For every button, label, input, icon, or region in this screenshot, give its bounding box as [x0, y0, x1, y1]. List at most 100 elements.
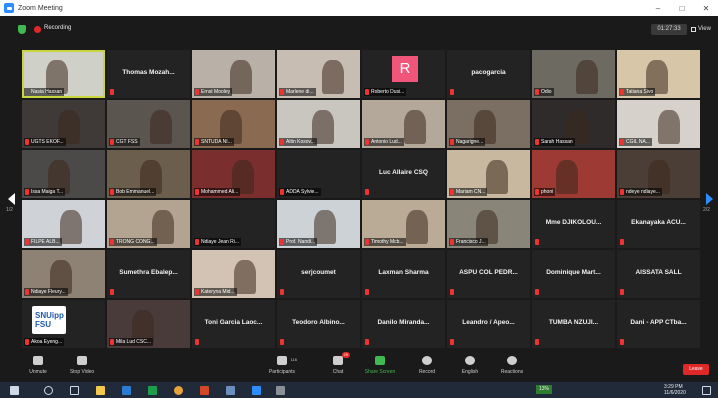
- participant-tile[interactable]: CGT FSS: [107, 100, 190, 148]
- battery-indicator[interactable]: 13%: [536, 385, 553, 394]
- participant-name: Dominique Mart...: [546, 269, 601, 276]
- mic-off-icon: [110, 339, 114, 345]
- participant-name-label: Nagarigne...: [449, 138, 486, 146]
- participant-tile[interactable]: Mme DJIKOLOU...: [532, 200, 615, 248]
- participant-tile[interactable]: Mariam CN...: [447, 150, 530, 198]
- participant-tile[interactable]: Nagarigne...: [447, 100, 530, 148]
- mic-off-icon: [195, 139, 199, 145]
- participant-tile[interactable]: Bob Emmanuel...: [107, 150, 190, 198]
- mic-off-icon: [450, 89, 454, 95]
- windows-start-icon[interactable]: [10, 386, 19, 395]
- participant-tile[interactable]: Danilo Miranda...: [362, 300, 445, 348]
- participant-tile[interactable]: pacogarcia: [447, 50, 530, 98]
- participant-tile[interactable]: phoni: [532, 150, 615, 198]
- security-shield-icon[interactable]: [18, 25, 26, 34]
- participant-tile[interactable]: ndeye ndiaye...: [617, 150, 700, 198]
- participant-tile[interactable]: Ekanayaka ACU...: [617, 200, 700, 248]
- unmute-button[interactable]: Unmute: [18, 356, 58, 375]
- participant-tile[interactable]: Dani - APP CTba...: [617, 300, 700, 348]
- participant-tile[interactable]: Teodoro Albino...: [277, 300, 360, 348]
- participant-tile[interactable]: Ndiaye Fleury...: [22, 250, 105, 298]
- stop-video-label: Stop Video: [69, 369, 95, 375]
- mic-off-icon: [280, 189, 284, 195]
- participant-tile[interactable]: SNUipp FSU Akoa Eyeng...: [22, 300, 105, 348]
- taskbar-app-icon[interactable]: [276, 386, 285, 395]
- notification-icon[interactable]: [702, 386, 711, 395]
- participant-video: [658, 110, 680, 144]
- participant-video: [556, 160, 578, 194]
- task-view-icon[interactable]: [70, 386, 79, 395]
- participant-tile[interactable]: Marlene di...: [277, 50, 360, 98]
- participant-tile[interactable]: ADDA Sylvie...: [277, 150, 360, 198]
- participant-tile[interactable]: Ernst Mooley: [192, 50, 275, 98]
- participant-tile[interactable]: Prof. Nandi...: [277, 200, 360, 248]
- maximize-button[interactable]: □: [670, 0, 694, 16]
- mic-off-icon: [365, 89, 369, 95]
- participant-tile[interactable]: AISSATA SALL: [617, 250, 700, 298]
- participant-tile[interactable]: Sarah Hassan: [532, 100, 615, 148]
- zoom-taskbar-icon[interactable]: [252, 386, 261, 395]
- participants-count: 116: [290, 357, 297, 362]
- record-button[interactable]: Record: [407, 356, 447, 375]
- participant-video: [60, 210, 82, 244]
- participant-tile[interactable]: Francisco J...: [447, 200, 530, 248]
- file-explorer-icon[interactable]: [96, 386, 105, 395]
- participant-tile[interactable]: Mohammed Ali...: [192, 150, 275, 198]
- participant-tile[interactable]: Ndiaye Jean Ri...: [192, 200, 275, 248]
- minimize-button[interactable]: –: [646, 0, 670, 16]
- participant-name: Luc Allaire CSQ: [379, 169, 428, 176]
- chrome-app-icon[interactable]: [174, 386, 183, 395]
- word-app-icon[interactable]: [122, 386, 131, 395]
- participant-name: Teodoro Albino...: [292, 319, 345, 326]
- participant-video: [486, 160, 508, 194]
- participant-tile[interactable]: Tatiana Sivo: [617, 50, 700, 98]
- participant-tile[interactable]: UGTS EKOF...: [22, 100, 105, 148]
- participant-tile[interactable]: TUMBA NZUJI...: [532, 300, 615, 348]
- excel-app-icon[interactable]: [148, 386, 157, 395]
- participant-tile[interactable]: ASPU COL PEDR...: [447, 250, 530, 298]
- powerpoint-app-icon[interactable]: [200, 386, 209, 395]
- participant-tile[interactable]: FILPE ALB...: [22, 200, 105, 248]
- participant-tile[interactable]: Timothy Mcb...: [362, 200, 445, 248]
- participant-tile[interactable]: CGIL NA...: [617, 100, 700, 148]
- close-button[interactable]: ✕: [694, 0, 718, 16]
- participant-tile[interactable]: Leandro / Apeo...: [447, 300, 530, 348]
- stop-video-button[interactable]: Stop Video: [62, 356, 102, 375]
- participant-tile[interactable]: Thomas Mozah...: [107, 50, 190, 98]
- participant-tile[interactable]: Dominique Mart...: [532, 250, 615, 298]
- participant-name: Mme DJIKOLOU...: [545, 219, 602, 226]
- mic-off-icon: [535, 289, 539, 295]
- participant-tile[interactable]: Laxman Sharma: [362, 250, 445, 298]
- participant-name-label: Roberto Dusi...: [364, 88, 407, 96]
- active-speaker-tile[interactable]: Nasia Hassan: [22, 50, 105, 98]
- participant-tile[interactable]: Odio: [532, 50, 615, 98]
- reactions-button[interactable]: Reactions: [492, 356, 532, 375]
- video-camera-icon: [77, 356, 87, 365]
- participant-tile[interactable]: Issa Maiga T...: [22, 150, 105, 198]
- settings-gear-icon[interactable]: [226, 386, 235, 395]
- participant-tile[interactable]: TRONG CONG...: [107, 200, 190, 248]
- participant-tile[interactable]: SNTUDA NI...: [192, 100, 275, 148]
- participant-tile[interactable]: Kateryna Mid...: [192, 250, 275, 298]
- share-screen-button[interactable]: Share Screen: [360, 356, 400, 375]
- participants-button[interactable]: 116 Participants: [262, 356, 302, 375]
- participant-tile[interactable]: R Roberto Dusi...: [362, 50, 445, 98]
- mic-off-icon: [620, 339, 624, 345]
- previous-page-arrow-icon[interactable]: [8, 193, 15, 205]
- participant-name: Dani - APP CTba...: [630, 319, 687, 326]
- participant-name-label: Francisco J...: [449, 238, 488, 246]
- chat-button[interactable]: 29 Chat: [318, 352, 358, 375]
- next-page-arrow-icon[interactable]: [706, 193, 713, 205]
- participant-tile[interactable]: Altin Kosov...: [277, 100, 360, 148]
- participant-tile[interactable]: Antonio Lud...: [362, 100, 445, 148]
- participant-tile[interactable]: serjcoumet: [277, 250, 360, 298]
- view-button[interactable]: View: [691, 24, 715, 35]
- leave-button[interactable]: Leave: [683, 364, 709, 375]
- participant-tile[interactable]: Luc Allaire CSQ: [362, 150, 445, 198]
- participant-tile[interactable]: Toni Garcia Laoc...: [192, 300, 275, 348]
- interpretation-button[interactable]: English: [450, 356, 490, 375]
- participant-tile[interactable]: Sumethra Ebalep...: [107, 250, 190, 298]
- participant-tile[interactable]: Mila Lud CSC...: [107, 300, 190, 348]
- participants-label: Participants: [268, 369, 296, 375]
- search-icon[interactable]: [44, 386, 53, 395]
